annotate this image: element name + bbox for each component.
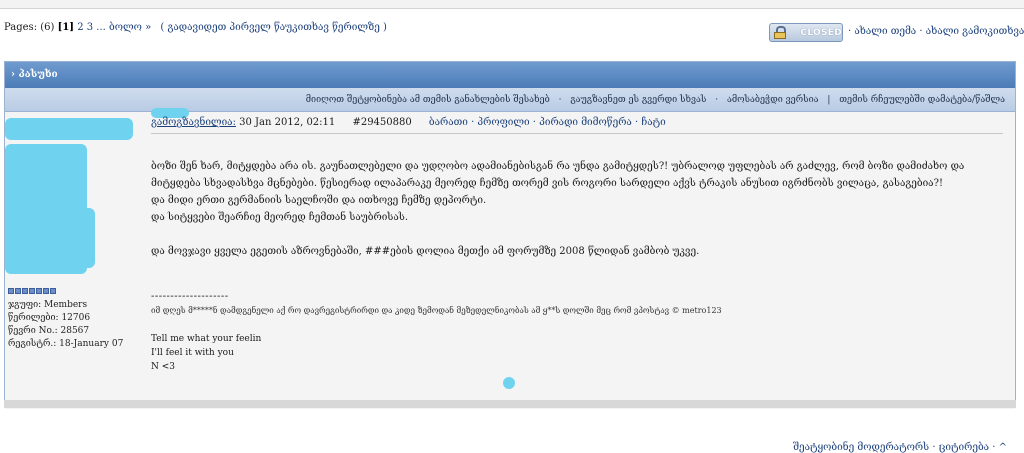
rank-pip xyxy=(36,288,42,294)
rank-pip xyxy=(22,288,28,294)
message-line: მიტყდება სხვადასხვა მცნებები. წესიერად ი… xyxy=(151,178,943,189)
rank-pip xyxy=(29,288,35,294)
send-page-link[interactable]: გაუგზავნეთ ეს გვერდი სხვას xyxy=(570,95,706,105)
separator: · xyxy=(558,95,562,105)
rank-pip xyxy=(8,288,14,294)
signature-divider: -------------------- xyxy=(151,291,229,302)
author-panel: ჯგუფი: Members წერილები: 12706 წევრი No.… xyxy=(5,112,145,409)
author-member-no: წევრი No.: 28567 xyxy=(8,326,90,336)
pagination: Pages: (6) [1] 2 3 ... ბოლო » ( გადავიდე… xyxy=(4,22,387,33)
bottom-strip xyxy=(4,400,1016,408)
rank-pips xyxy=(8,288,56,294)
author-info: ჯგუფი: Members წერილები: 12706 წევრი No.… xyxy=(8,299,123,351)
signature-line: N <3 xyxy=(151,362,176,372)
post: › პასუხი მიიღოთ შეტყობინება ამ თემის გან… xyxy=(4,61,1016,453)
message-line: ბოზი შენ ხარ, მიტყდება არა ის. გაუნათლებ… xyxy=(151,161,965,172)
post-date: 30 Jan 2012, 02:11 xyxy=(239,117,336,128)
redaction-dot xyxy=(503,377,515,389)
quote-link[interactable]: · ციტირება xyxy=(932,442,989,453)
signature-copyright: იმ დღეს მ*****ნ დამდგენელი აქ რო დავრეგი… xyxy=(151,306,722,315)
signature: -------------------- იმ დღეს მ*****ნ დამ… xyxy=(151,290,722,374)
author-actions[interactable]: ბარათი · პროფილი · პირადი მიმოწერა · ჩატ… xyxy=(429,117,666,128)
first-unread-link[interactable]: ( გადავიდეთ პირველ წაუკითხავ წერილზე ) xyxy=(160,22,387,33)
separator: · xyxy=(715,95,719,105)
message-line: და მოვჯავი ყველა ეგეთის აზროვნებაში, ###… xyxy=(151,246,700,257)
signature-line: Tell me what your feelin xyxy=(151,334,262,344)
message-line: და სიტყვები შეარჩიე მეორედ ჩემთან საუბრი… xyxy=(151,212,409,223)
post-body: ჯგუფი: Members წერილები: 12706 წევრი No.… xyxy=(5,108,1015,453)
lock-icon xyxy=(773,26,787,39)
author-post-count: წერილები: 12706 xyxy=(8,313,91,323)
rank-pip xyxy=(50,288,56,294)
new-poll-link[interactable]: · ახალი გამოკითხვა xyxy=(919,26,1024,37)
rank-pip xyxy=(43,288,49,294)
new-topic-link[interactable]: · ახალი თემა xyxy=(848,26,916,37)
signature-line: I'll feel it with you xyxy=(151,348,234,358)
print-version-link[interactable]: ამოსაბეჭდი ვერსია xyxy=(727,95,819,105)
topic-links: · ახალი თემა · ახალი გამოკითხვა xyxy=(848,26,1024,37)
page-links[interactable]: 2 3 ... xyxy=(77,22,106,33)
closed-label: CLOSED xyxy=(800,27,842,38)
post-header: › პასუხი xyxy=(5,62,1015,88)
post-id[interactable]: #29450880 xyxy=(352,117,411,128)
author-group: ჯგუფი: Members xyxy=(8,300,88,310)
report-link[interactable]: შეატყობინე მოდერატორს xyxy=(793,442,929,453)
rank-pip xyxy=(15,288,21,294)
message-line: და მიდი ერთი გერმანიის საელჩოში და ითხოვ… xyxy=(151,195,487,206)
signature-spacer xyxy=(151,318,722,332)
favorites-link[interactable]: თემის რჩეულებში დამატება/წაშლა xyxy=(839,95,1005,105)
topic-closed-button[interactable]: CLOSED xyxy=(769,23,843,42)
message-panel: გამოგზავნილია: 30 Jan 2012, 02:11 #29450… xyxy=(151,108,1009,409)
post-actions: შეატყობინე მოდერატორს · ციტირება · ^ xyxy=(793,442,1007,453)
subscribe-link[interactable]: მიიღოთ შეტყობინება ამ თემის განახლების შ… xyxy=(306,95,550,105)
separator: | xyxy=(827,95,831,105)
message-text: ბოზი შენ ხარ, მიტყდება არა ის. გაუნათლებ… xyxy=(151,158,1003,260)
author-registered: რეგისტრ.: 18-January 07 xyxy=(8,339,124,349)
post-meta: გამოგზავნილია: 30 Jan 2012, 02:11 #29450… xyxy=(151,117,666,128)
post-header-title: › პასუხი xyxy=(11,69,58,80)
redacted-username xyxy=(5,118,133,140)
meta-divider xyxy=(151,133,1003,134)
current-page: [1] xyxy=(57,22,75,33)
message-line xyxy=(151,226,1003,243)
pages-label: Pages: (6) xyxy=(4,22,55,33)
redacted-avatar-part xyxy=(25,208,95,268)
last-page-link[interactable]: ბოლო » xyxy=(109,22,151,33)
author-label[interactable]: გამოგზავნილია: xyxy=(151,117,236,128)
back-to-top-link[interactable]: · ^ xyxy=(992,442,1007,453)
top-border xyxy=(0,0,1024,9)
